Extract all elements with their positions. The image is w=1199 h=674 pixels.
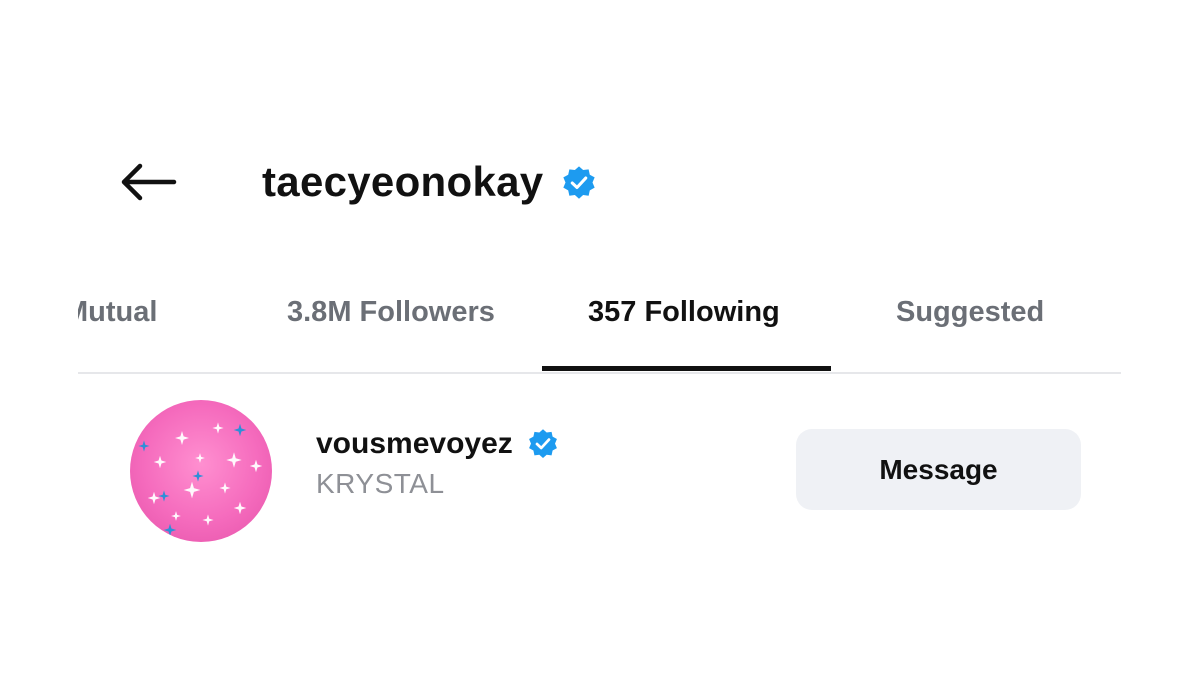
list-username[interactable]: vousmevoyez: [316, 427, 513, 461]
message-button[interactable]: Message: [796, 429, 1081, 510]
tab-suggested[interactable]: Suggested: [896, 290, 1044, 334]
tabs-divider: [78, 372, 1121, 374]
tab-followers[interactable]: 3.8M Followers: [287, 290, 495, 334]
follow-tabs: Mutual 3.8M Followers 357 Following Sugg…: [0, 276, 1199, 372]
active-tab-indicator: [542, 366, 831, 371]
profile-title-group: taecyeonokay: [262, 152, 597, 212]
list-fullname: KRYSTAL: [316, 468, 445, 499]
user-info[interactable]: vousmevoyez KRYSTAL: [316, 424, 559, 500]
profile-header: taecyeonokay: [0, 140, 1199, 220]
back-button[interactable]: [112, 154, 184, 210]
list-item[interactable]: vousmevoyez KRYSTAL Message: [0, 396, 1199, 546]
profile-username-title: taecyeonokay: [262, 158, 544, 205]
verified-badge-icon: [563, 166, 596, 199]
arrow-left-icon: [121, 163, 177, 201]
username-line: vousmevoyez: [316, 424, 559, 464]
avatar[interactable]: [130, 400, 272, 542]
tab-following[interactable]: 357 Following: [588, 290, 780, 334]
verified-badge-icon: [528, 429, 557, 458]
pink-sparkle-avatar: [138, 422, 263, 537]
tab-mutual-label: Mutual: [78, 296, 158, 328]
tab-mutual[interactable]: Mutual: [78, 290, 198, 334]
